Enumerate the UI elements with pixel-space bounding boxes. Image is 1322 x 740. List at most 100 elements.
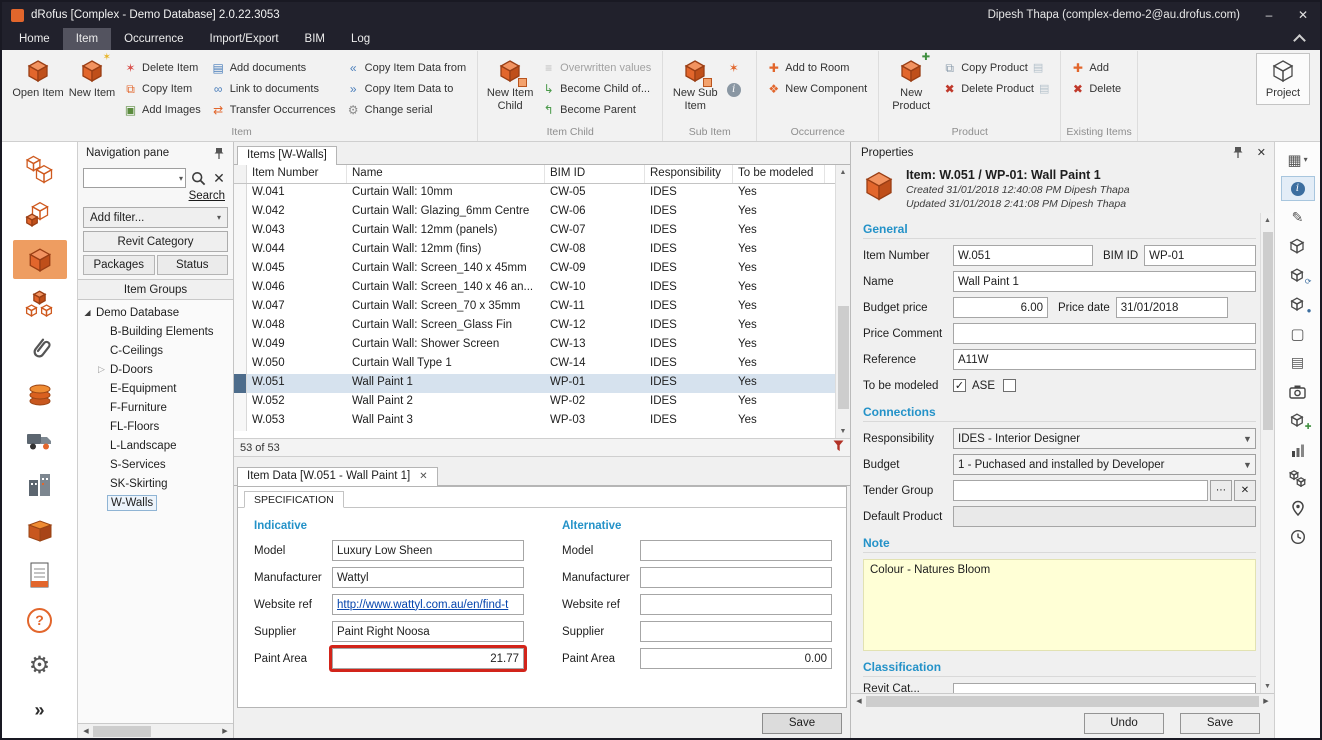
tree-item-f-furniture[interactable]: F-Furniture bbox=[78, 398, 233, 417]
new-component-button[interactable]: ❖New Component bbox=[762, 78, 873, 99]
item-data-edit-icon[interactable]: ✎ bbox=[1281, 205, 1315, 230]
row-selector[interactable] bbox=[234, 241, 247, 260]
link-to-documents-button[interactable]: ∞Link to documents bbox=[207, 78, 342, 99]
scroll-left-icon[interactable]: ◀ bbox=[853, 697, 865, 705]
settings-icon[interactable]: ⚙ bbox=[13, 646, 67, 685]
item-network-icon[interactable] bbox=[13, 285, 67, 324]
search-input[interactable]: ▾ bbox=[83, 168, 186, 188]
indicative-website-ref-field[interactable]: http://www.wattyl.com.au/en/find-t bbox=[332, 594, 524, 615]
row-selector[interactable] bbox=[234, 184, 247, 203]
tree-arrow-icon[interactable]: ▷ bbox=[96, 364, 107, 375]
status-tab[interactable]: Status bbox=[157, 255, 229, 275]
horizontal-scrollbar[interactable]: ◀ ▶ bbox=[78, 723, 233, 738]
overwritten-values-button[interactable]: ≡Overwritten values bbox=[537, 57, 657, 78]
tree-item-l-landscape[interactable]: L-Landscape bbox=[78, 436, 233, 455]
open-item-button[interactable]: Open Item bbox=[11, 53, 65, 100]
scroll-right-icon[interactable]: ▶ bbox=[1260, 697, 1272, 705]
documents-pane-icon[interactable]: ▤ bbox=[1281, 350, 1315, 375]
menu-tab-home[interactable]: Home bbox=[6, 28, 63, 50]
new-sub-item-button[interactable]: New Sub Item bbox=[668, 53, 722, 112]
row-selector[interactable] bbox=[234, 298, 247, 317]
tree-item-s-services[interactable]: S-Services bbox=[78, 455, 233, 474]
row-selector[interactable] bbox=[234, 336, 247, 355]
add-button[interactable]: ✚Add bbox=[1066, 57, 1127, 78]
table-row[interactable]: W.053Wall Paint 3WP-03IDESYes bbox=[234, 412, 835, 431]
column-header-item-number[interactable]: Item Number bbox=[247, 165, 347, 183]
alternative-model-field[interactable] bbox=[640, 540, 832, 561]
scroll-up-icon[interactable]: ▲ bbox=[840, 165, 847, 179]
add-to-room-button[interactable]: ✚Add to Room bbox=[762, 57, 873, 78]
tender-group-browse-button[interactable]: ⋯ bbox=[1210, 480, 1232, 501]
specification-tab[interactable]: SPECIFICATION bbox=[244, 491, 344, 508]
filter-indicator-icon[interactable] bbox=[833, 440, 844, 455]
tree-item-sk-skirting[interactable]: SK-Skirting bbox=[78, 474, 233, 493]
add-filter-dropdown[interactable]: Add filter... ▾ bbox=[83, 207, 228, 228]
buildings-icon[interactable] bbox=[13, 466, 67, 505]
responsibility-dropdown[interactable]: IDES - Interior Designer ▼ bbox=[953, 428, 1256, 449]
properties-info-icon[interactable]: i bbox=[1281, 176, 1315, 201]
pin-icon[interactable] bbox=[1229, 144, 1247, 162]
row-selector[interactable] bbox=[234, 355, 247, 374]
copy-item-button[interactable]: ⧉Copy Item bbox=[119, 78, 207, 99]
tree-item-c-ceilings[interactable]: C-Ceilings bbox=[78, 341, 233, 360]
new-item-child-button[interactable]: New Item Child bbox=[483, 53, 537, 112]
item-data-tab[interactable]: Item Data [W.051 - Wall Paint 1] ✕ bbox=[237, 467, 438, 486]
images-camera-icon[interactable] bbox=[1281, 379, 1315, 404]
alternative-paint-area-field[interactable]: 0.00 bbox=[640, 648, 832, 669]
add-documents-button[interactable]: ▤Add documents bbox=[207, 57, 342, 78]
packages-tab[interactable]: Packages bbox=[83, 255, 155, 275]
column-header-bim-id[interactable]: BIM ID bbox=[545, 165, 645, 183]
row-selector[interactable] bbox=[234, 203, 247, 222]
change-serial-button[interactable]: ⚙Change serial bbox=[342, 99, 472, 120]
scroll-down-icon[interactable]: ▼ bbox=[1264, 679, 1271, 693]
indicative-model-field[interactable]: Luxury Low Sheen bbox=[332, 540, 524, 561]
scrollbar-thumb[interactable] bbox=[1263, 232, 1273, 431]
add-images-button[interactable]: ▣Add Images bbox=[119, 99, 207, 120]
row-selector[interactable] bbox=[234, 222, 247, 241]
tree-item-fl-floors[interactable]: FL-Floors bbox=[78, 417, 233, 436]
statistics-icon[interactable] bbox=[1281, 437, 1315, 462]
reference-field[interactable]: A11W bbox=[953, 349, 1256, 370]
menu-tab-import-export[interactable]: Import/Export bbox=[197, 28, 292, 50]
menu-tab-occurrence[interactable]: Occurrence bbox=[111, 28, 196, 50]
tree-item-demo-database[interactable]: ◢Demo Database bbox=[78, 303, 233, 322]
table-row[interactable]: W.052Wall Paint 2WP-02IDESYes bbox=[234, 393, 835, 412]
price-comment-field[interactable] bbox=[953, 323, 1256, 344]
tender-group-field[interactable] bbox=[953, 480, 1208, 501]
price-date-field[interactable]: 31/01/2018 bbox=[1116, 297, 1228, 318]
alternative-manufacturer-field[interactable] bbox=[640, 567, 832, 588]
tree-item-w-walls[interactable]: W-Walls bbox=[78, 493, 233, 512]
indicative-paint-area-field[interactable]: 21.77 bbox=[332, 648, 524, 669]
ase-checkbox[interactable] bbox=[1003, 379, 1016, 392]
close-properties-icon[interactable]: ✕ bbox=[1257, 146, 1266, 159]
table-row[interactable]: W.042Curtain Wall: Glazing_6mm CentreCW-… bbox=[234, 203, 835, 222]
column-header-name[interactable]: Name bbox=[347, 165, 545, 183]
become-parent-button[interactable]: ↰Become Parent bbox=[537, 99, 657, 120]
copy-product-button[interactable]: ⧉Copy Product▤ bbox=[938, 57, 1055, 78]
delete-item-button[interactable]: ✶Delete Item bbox=[119, 57, 207, 78]
reports-icon[interactable] bbox=[13, 556, 67, 595]
menu-tab-bim[interactable]: BIM bbox=[292, 28, 338, 50]
indicative-manufacturer-field[interactable]: Wattyl bbox=[332, 567, 524, 588]
close-tab-icon[interactable]: ✕ bbox=[419, 471, 427, 482]
scrollbar-thumb[interactable] bbox=[93, 726, 151, 737]
pin-icon[interactable] bbox=[210, 144, 228, 162]
menu-tab-item[interactable]: Item bbox=[63, 28, 111, 50]
column-header-responsibility[interactable]: Responsibility bbox=[645, 165, 733, 183]
row-selector[interactable] bbox=[234, 279, 247, 298]
to-be-modeled-checkbox[interactable]: ✓ bbox=[953, 379, 966, 392]
table-row[interactable]: W.051Wall Paint 1WP-01IDESYes bbox=[234, 374, 835, 393]
scroll-down-icon[interactable]: ▼ bbox=[840, 424, 847, 438]
help-icon[interactable]: ? bbox=[13, 601, 67, 640]
tree-item-d-doors[interactable]: ▷D-Doors bbox=[78, 360, 233, 379]
undo-button[interactable]: Undo bbox=[1084, 713, 1164, 734]
table-row[interactable]: W.045Curtain Wall: Screen_140 x 45mmCW-0… bbox=[234, 260, 835, 279]
asterisk-icon-button[interactable]: ✶ bbox=[722, 57, 751, 78]
note-textarea[interactable]: Colour - Natures Bloom bbox=[863, 559, 1256, 651]
row-selector[interactable] bbox=[234, 260, 247, 279]
budget-dropdown[interactable]: 1 - Puchased and installed by Developer … bbox=[953, 454, 1256, 475]
delete-product-button[interactable]: ✖Delete Product▤ bbox=[938, 78, 1055, 99]
save-item-data-button[interactable]: Save bbox=[762, 713, 842, 734]
transfer-occurrences-button[interactable]: ⇄Transfer Occurrences bbox=[207, 99, 342, 120]
save-properties-button[interactable]: Save bbox=[1180, 713, 1260, 734]
